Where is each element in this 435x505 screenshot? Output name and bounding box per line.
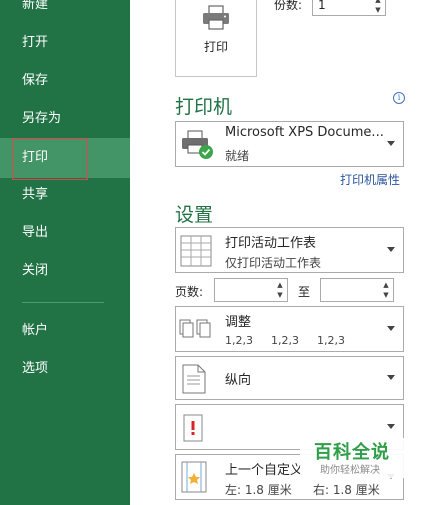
chevron-down-icon [387, 326, 395, 331]
pages-from-down-icon[interactable]: ▼ [273, 290, 287, 300]
sidebar-item-label: 选项 [22, 361, 49, 376]
pages-to-label: 至 [298, 285, 311, 299]
collate-seq-1: 1,2,3 [225, 334, 253, 347]
collate-seq-3: 1,2,3 [317, 334, 345, 347]
margins-title: 上一个自定义 [225, 463, 304, 478]
collate-title: 调整 [225, 315, 252, 330]
sidebar-item-label: 另存为 [22, 111, 62, 126]
pages-to-input[interactable]: ▲ ▼ [320, 278, 394, 302]
pages-to-down-icon[interactable]: ▼ [379, 290, 393, 300]
sidebar-item-save-as[interactable]: 另存为 [0, 100, 130, 138]
copies-down-icon[interactable]: ▼ [371, 5, 385, 15]
printer-properties-link[interactable]: 打印机属性 [340, 171, 400, 188]
orientation-dropdown[interactable]: 纵向 [175, 356, 404, 400]
sidebar-item-label: 共享 [22, 187, 49, 202]
collate-icon [179, 319, 211, 338]
info-icon[interactable]: i [393, 92, 405, 104]
printer-ready-icon [182, 130, 213, 159]
copies-input[interactable]: 1 ▲ ▼ [312, 0, 386, 16]
print-scope-subtitle: 仅打印活动工作表 [225, 256, 322, 270]
portrait-page-icon [182, 364, 206, 394]
sidebar-item-label: 导出 [22, 225, 49, 240]
printer-icon [203, 5, 229, 30]
printer-name: Microsoft XPS Docume... [225, 125, 384, 140]
paper-warning-icon [183, 414, 203, 442]
sidebar-item-options[interactable]: 选项 [0, 350, 130, 388]
chevron-down-icon [387, 424, 395, 429]
backstage-sidebar: 新建 打开 保存 另存为 打印 共享 导出 关闭 帐户 选项 [0, 0, 130, 505]
sidebar-item-share[interactable]: 共享 [0, 176, 130, 214]
watermark: 百科全说 助你轻松解决 [300, 438, 410, 478]
margins-icon [181, 461, 207, 493]
sidebar-item-export[interactable]: 导出 [0, 214, 130, 252]
print-button-label: 打印 [203, 40, 228, 54]
chevron-down-icon [387, 375, 395, 380]
sidebar-item-label: 新建 [22, 0, 49, 12]
print-button[interactable]: 打印 [175, 0, 257, 77]
settings-section-title: 设置 [175, 204, 214, 226]
orientation-title: 纵向 [225, 373, 252, 388]
print-scope-title: 打印活动工作表 [225, 236, 317, 251]
sidebar-item-label: 打开 [22, 35, 49, 50]
sidebar-item-new[interactable]: 新建 [0, 0, 130, 24]
printer-dropdown[interactable]: Microsoft XPS Docume... 就绪 [175, 121, 404, 167]
pages-from-input[interactable]: ▲ ▼ [214, 278, 288, 302]
printer-section-title: 打印机 [175, 96, 233, 118]
pages-to-up-icon[interactable]: ▲ [379, 280, 393, 290]
margins-left-value: 左: 1.8 厘米 [225, 483, 292, 497]
highlight-box [12, 138, 88, 180]
sidebar-item-open[interactable]: 打开 [0, 24, 130, 62]
collate-seq-2: 1,2,3 [271, 334, 299, 347]
sidebar-divider [22, 302, 104, 303]
print-panel: 打印 份数: 1 ▲ ▼ 打印机 i Microsoft XPS Docume.… [130, 0, 435, 505]
sidebar-item-save[interactable]: 保存 [0, 62, 130, 100]
copies-value: 1 [318, 0, 326, 12]
watermark-subtitle: 助你轻松解决 [320, 465, 380, 476]
printer-status: 就绪 [225, 149, 250, 163]
sidebar-item-close[interactable]: 关闭 [0, 252, 130, 290]
chevron-down-icon [387, 141, 395, 146]
sidebar-item-label: 帐户 [22, 323, 49, 338]
worksheet-icon [180, 235, 212, 267]
pages-label: 页数: [175, 285, 204, 299]
sidebar-item-label: 关闭 [22, 263, 49, 278]
sidebar-item-account[interactable]: 帐户 [0, 312, 130, 350]
sidebar-item-label: 保存 [22, 73, 49, 88]
pages-from-up-icon[interactable]: ▲ [273, 280, 287, 290]
chevron-down-icon [387, 247, 395, 252]
print-scope-dropdown[interactable]: 打印活动工作表 仅打印活动工作表 [175, 227, 404, 273]
margins-right-value: 右: 1.8 厘米 [313, 483, 380, 497]
copies-label: 份数: [274, 0, 303, 12]
